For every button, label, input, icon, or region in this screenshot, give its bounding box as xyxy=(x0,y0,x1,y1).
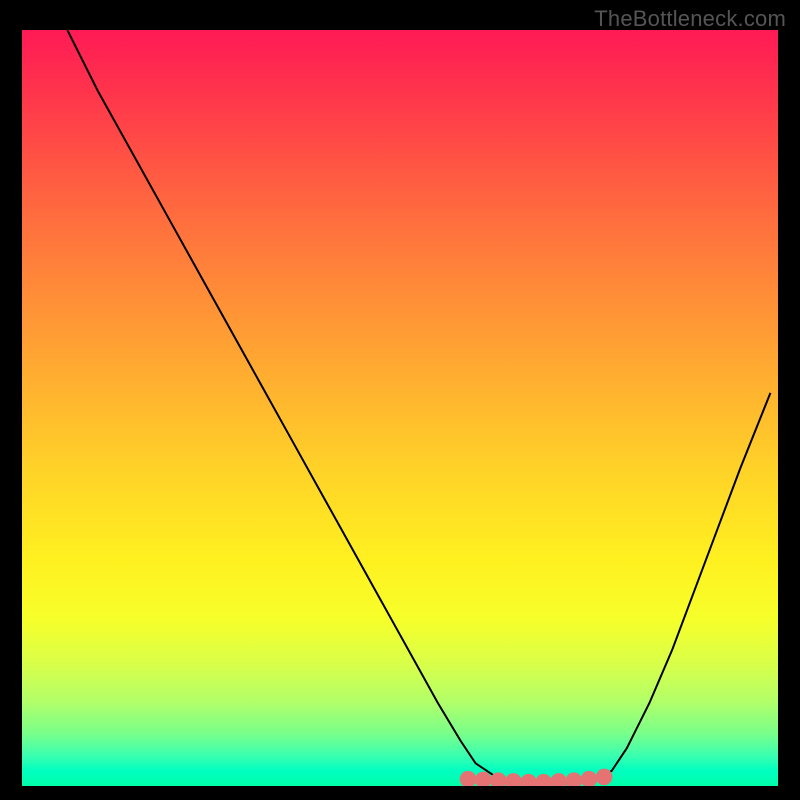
watermark-text: TheBottleneck.com xyxy=(594,6,786,32)
chart-svg-layer xyxy=(22,30,778,786)
bottom-marker-band xyxy=(460,769,613,786)
curve-line xyxy=(67,30,770,784)
chart-area xyxy=(22,30,778,786)
